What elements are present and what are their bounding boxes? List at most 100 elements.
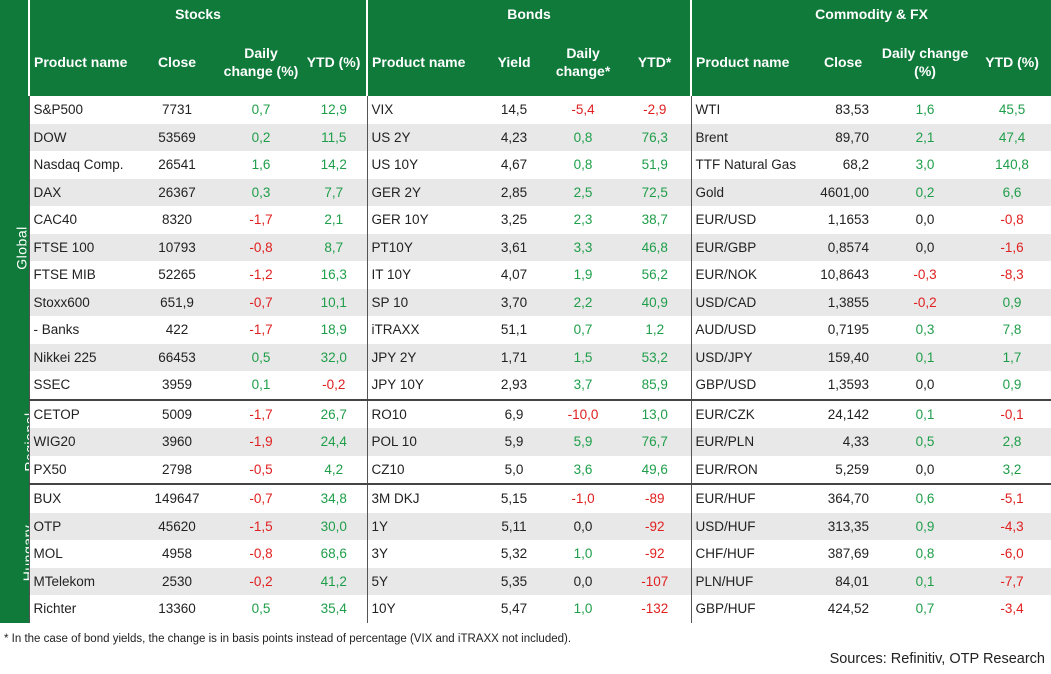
ytd-cell: 4,2 [324,461,344,477]
corner-cell [0,28,29,96]
daily-change-cell: -1,5 [221,512,301,540]
value-cell: 8320 [161,212,193,228]
product-name-cell: Stoxx600 [28,288,133,316]
product-name-cell: GBP/HUF [690,595,810,623]
table-row: WIG20 3960 -1,9 24,4 POL 10 5,9 5,9 76,7 EUR/PLN… [0,428,1051,456]
daily-change-cell: 0,2 [221,123,301,151]
value-cell: 2798 [161,461,193,477]
daily-change-cell: -0,3 [913,267,937,283]
product-name-cell: VIX [366,96,482,124]
daily-change-cell: 0,8 [915,546,935,562]
product-name-cell: EUR/GBP [690,233,810,261]
value-cell: 651,9 [133,288,221,316]
product-name-cell: Richter [28,595,133,623]
ytd-cell: 38,7 [641,212,668,228]
product-name-cell: 1Y [366,512,482,540]
footnote: * In the case of bond yields, the change… [4,633,572,645]
value-cell: 2530 [133,567,221,595]
ytd-cell: 10,1 [301,288,368,316]
daily-change-cell: -0,5 [249,461,273,477]
product-name-cell: OTP [28,512,133,540]
ytd-cell: 47,4 [973,123,1051,151]
ytd-cell: 49,6 [641,461,668,477]
daily-change-cell: 0,5 [221,343,301,371]
product-name-cell: AUD/USD [690,316,810,344]
ytd-cell: -0,8 [1000,212,1024,228]
daily-change-cell: -1,7 [221,398,301,428]
ytd-cell: 0,9 [973,288,1051,316]
table-row: MTelekom 2530 -0,2 41,2 5Y 5,35 0,0 -107 PLN/HUF… [0,567,1051,595]
value-cell: 2,93 [500,377,528,393]
group-label-text: Regional [21,412,29,472]
value-cell: 4,33 [809,428,878,456]
value-cell: 5,15 [481,483,548,513]
value-cell: 3,70 [481,288,548,316]
product-name-cell: GER 10Y [366,206,482,234]
value-cell: 5,259 [835,461,870,477]
product-name-cell: - Banks [28,316,133,344]
daily-change-cell: 0,7 [573,322,593,338]
ytd-cell: -92 [619,512,692,540]
group-label-hungary: Hungary [0,484,29,623]
product-name-cell: Gold [690,178,810,206]
table-row: SSEC 3959 0,1 -0,2 JPY 10Y 2,93 3,7 85,9 GBP/USD… [0,371,1051,400]
ytd-cell: 1,7 [973,343,1051,371]
value-cell: 4601,00 [809,178,878,206]
table-row: CAC40 8320 -1,7 2,1 GER 10Y 3,25 2,3 38,7 EUR/US… [0,206,1051,234]
product-name-cell: Nikkei 225 [28,343,133,371]
ytd-cell: 12,9 [320,102,347,118]
daily-change-cell: 0,5 [877,428,974,456]
ytd-cell: 85,9 [641,377,668,393]
daily-change-cell: -0,2 [221,567,301,595]
table-row: Richter 13360 0,5 35,4 10Y 5,47 1,0 -132 GBP/HUF… [0,595,1051,623]
value-cell: 6,9 [481,398,548,428]
ytd-cell: 46,8 [619,233,692,261]
table-row: - Banks 422 -1,7 18,9 iTRAXX 51,1 0,7 1,2 AUD/US… [0,316,1051,344]
value-cell: 84,01 [809,567,878,595]
daily-change-cell: 0,0 [915,377,935,393]
table-row: Global S&P500 7731 0,7 12,9 VIX 14,5 -5,4 -2,9 WT… [0,96,1051,400]
daily-change-cell: 0,7 [251,102,271,118]
product-name-cell: GER 2Y [366,178,482,206]
product-name-cell: WTI [690,96,810,124]
product-name-cell: EUR/RON [690,455,810,484]
ytd-cell: 34,8 [301,483,368,513]
value-cell: 422 [165,322,189,338]
daily-change-cell: 0,8 [573,157,593,173]
ytd-cell: 30,0 [301,512,368,540]
ytd-cell: 41,2 [301,567,368,595]
daily-change-cell: 0,6 [877,483,974,513]
value-cell: 5,47 [500,601,528,617]
daily-change-cell: 0,9 [877,512,974,540]
value-cell: 26541 [158,157,196,173]
value-cell: 24,142 [809,398,878,428]
daily-change-cell: 1,0 [573,546,593,562]
column-header: Product name [366,28,482,96]
ytd-cell: 6,6 [973,178,1051,206]
value-cell: 387,69 [827,546,870,562]
value-cell: 53569 [133,123,221,151]
table-row: Nikkei 225 66453 0,5 32,0 JPY 2Y 1,71 1,5 53,2 U… [0,343,1051,371]
product-name-cell: BUX [28,483,133,513]
value-cell: 10793 [133,233,221,261]
product-name-cell: EUR/NOK [690,261,810,289]
daily-change-cell: -0,7 [221,288,301,316]
table-row: DAX 26367 0,3 7,7 GER 2Y 2,85 2,5 72,5 Gold 4601,… [0,178,1051,206]
daily-change-cell: 0,1 [877,343,974,371]
table-row: DOW 53569 0,2 11,5 US 2Y 4,23 0,8 76,3 Brent 89,7… [0,123,1051,151]
value-cell: 424,52 [827,601,870,617]
value-cell: 5,11 [481,512,548,540]
product-name-cell: DOW [28,123,133,151]
value-cell: 2,85 [481,178,548,206]
value-cell: 52265 [158,267,196,283]
daily-change-cell: 2,1 [877,123,974,151]
product-name-cell: WIG20 [28,428,133,456]
ytd-cell: 76,7 [619,428,692,456]
product-name-cell: CETOP [28,398,133,428]
daily-change-cell: 0,3 [221,178,301,206]
daily-change-cell: 0,8 [547,123,620,151]
value-cell: 89,70 [809,123,878,151]
ytd-cell: 140,8 [995,157,1029,173]
sources-note: Sources: Refinitiv, OTP Research [829,651,1045,667]
product-name-cell: PT10Y [366,233,482,261]
